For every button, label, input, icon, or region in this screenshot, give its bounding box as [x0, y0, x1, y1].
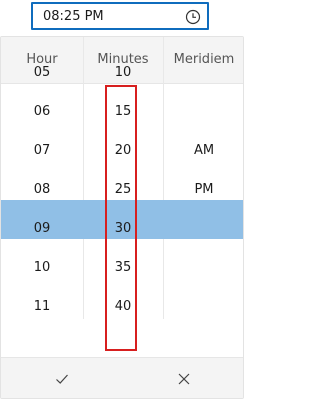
hour-item-selected[interactable]: 08	[1, 180, 83, 200]
time-input[interactable]: 08:25 PM	[31, 2, 209, 30]
column-divider	[163, 37, 164, 319]
meridiem-item[interactable]: AM	[163, 141, 243, 161]
hour-item[interactable]: 10	[1, 258, 83, 278]
meridiem-header: Meridiem	[173, 52, 235, 67]
picker-footer	[1, 357, 243, 398]
time-input-value: 08:25 PM	[43, 9, 104, 24]
time-picker-root: 08:25 PM Hour Minutes Meridiem 05 06 07 …	[0, 0, 244, 399]
close-icon	[178, 373, 190, 385]
meridiem-item-selected[interactable]: PM	[163, 180, 243, 200]
time-picker-flyout: Hour Minutes Meridiem 05 06 07 08 09 10 …	[0, 36, 244, 399]
accept-button[interactable]	[1, 358, 123, 398]
cancel-button[interactable]	[123, 358, 243, 398]
minutes-item[interactable]: 10	[83, 63, 163, 83]
hour-item[interactable]: 11	[1, 297, 83, 317]
checkmark-icon	[56, 374, 68, 384]
hour-item[interactable]: 06	[1, 102, 83, 122]
minutes-annotation-box	[105, 85, 137, 351]
hour-item[interactable]: 09	[1, 219, 83, 239]
hour-item[interactable]: 05	[1, 63, 83, 83]
clock-icon[interactable]	[185, 9, 201, 25]
hour-item[interactable]: 07	[1, 141, 83, 161]
